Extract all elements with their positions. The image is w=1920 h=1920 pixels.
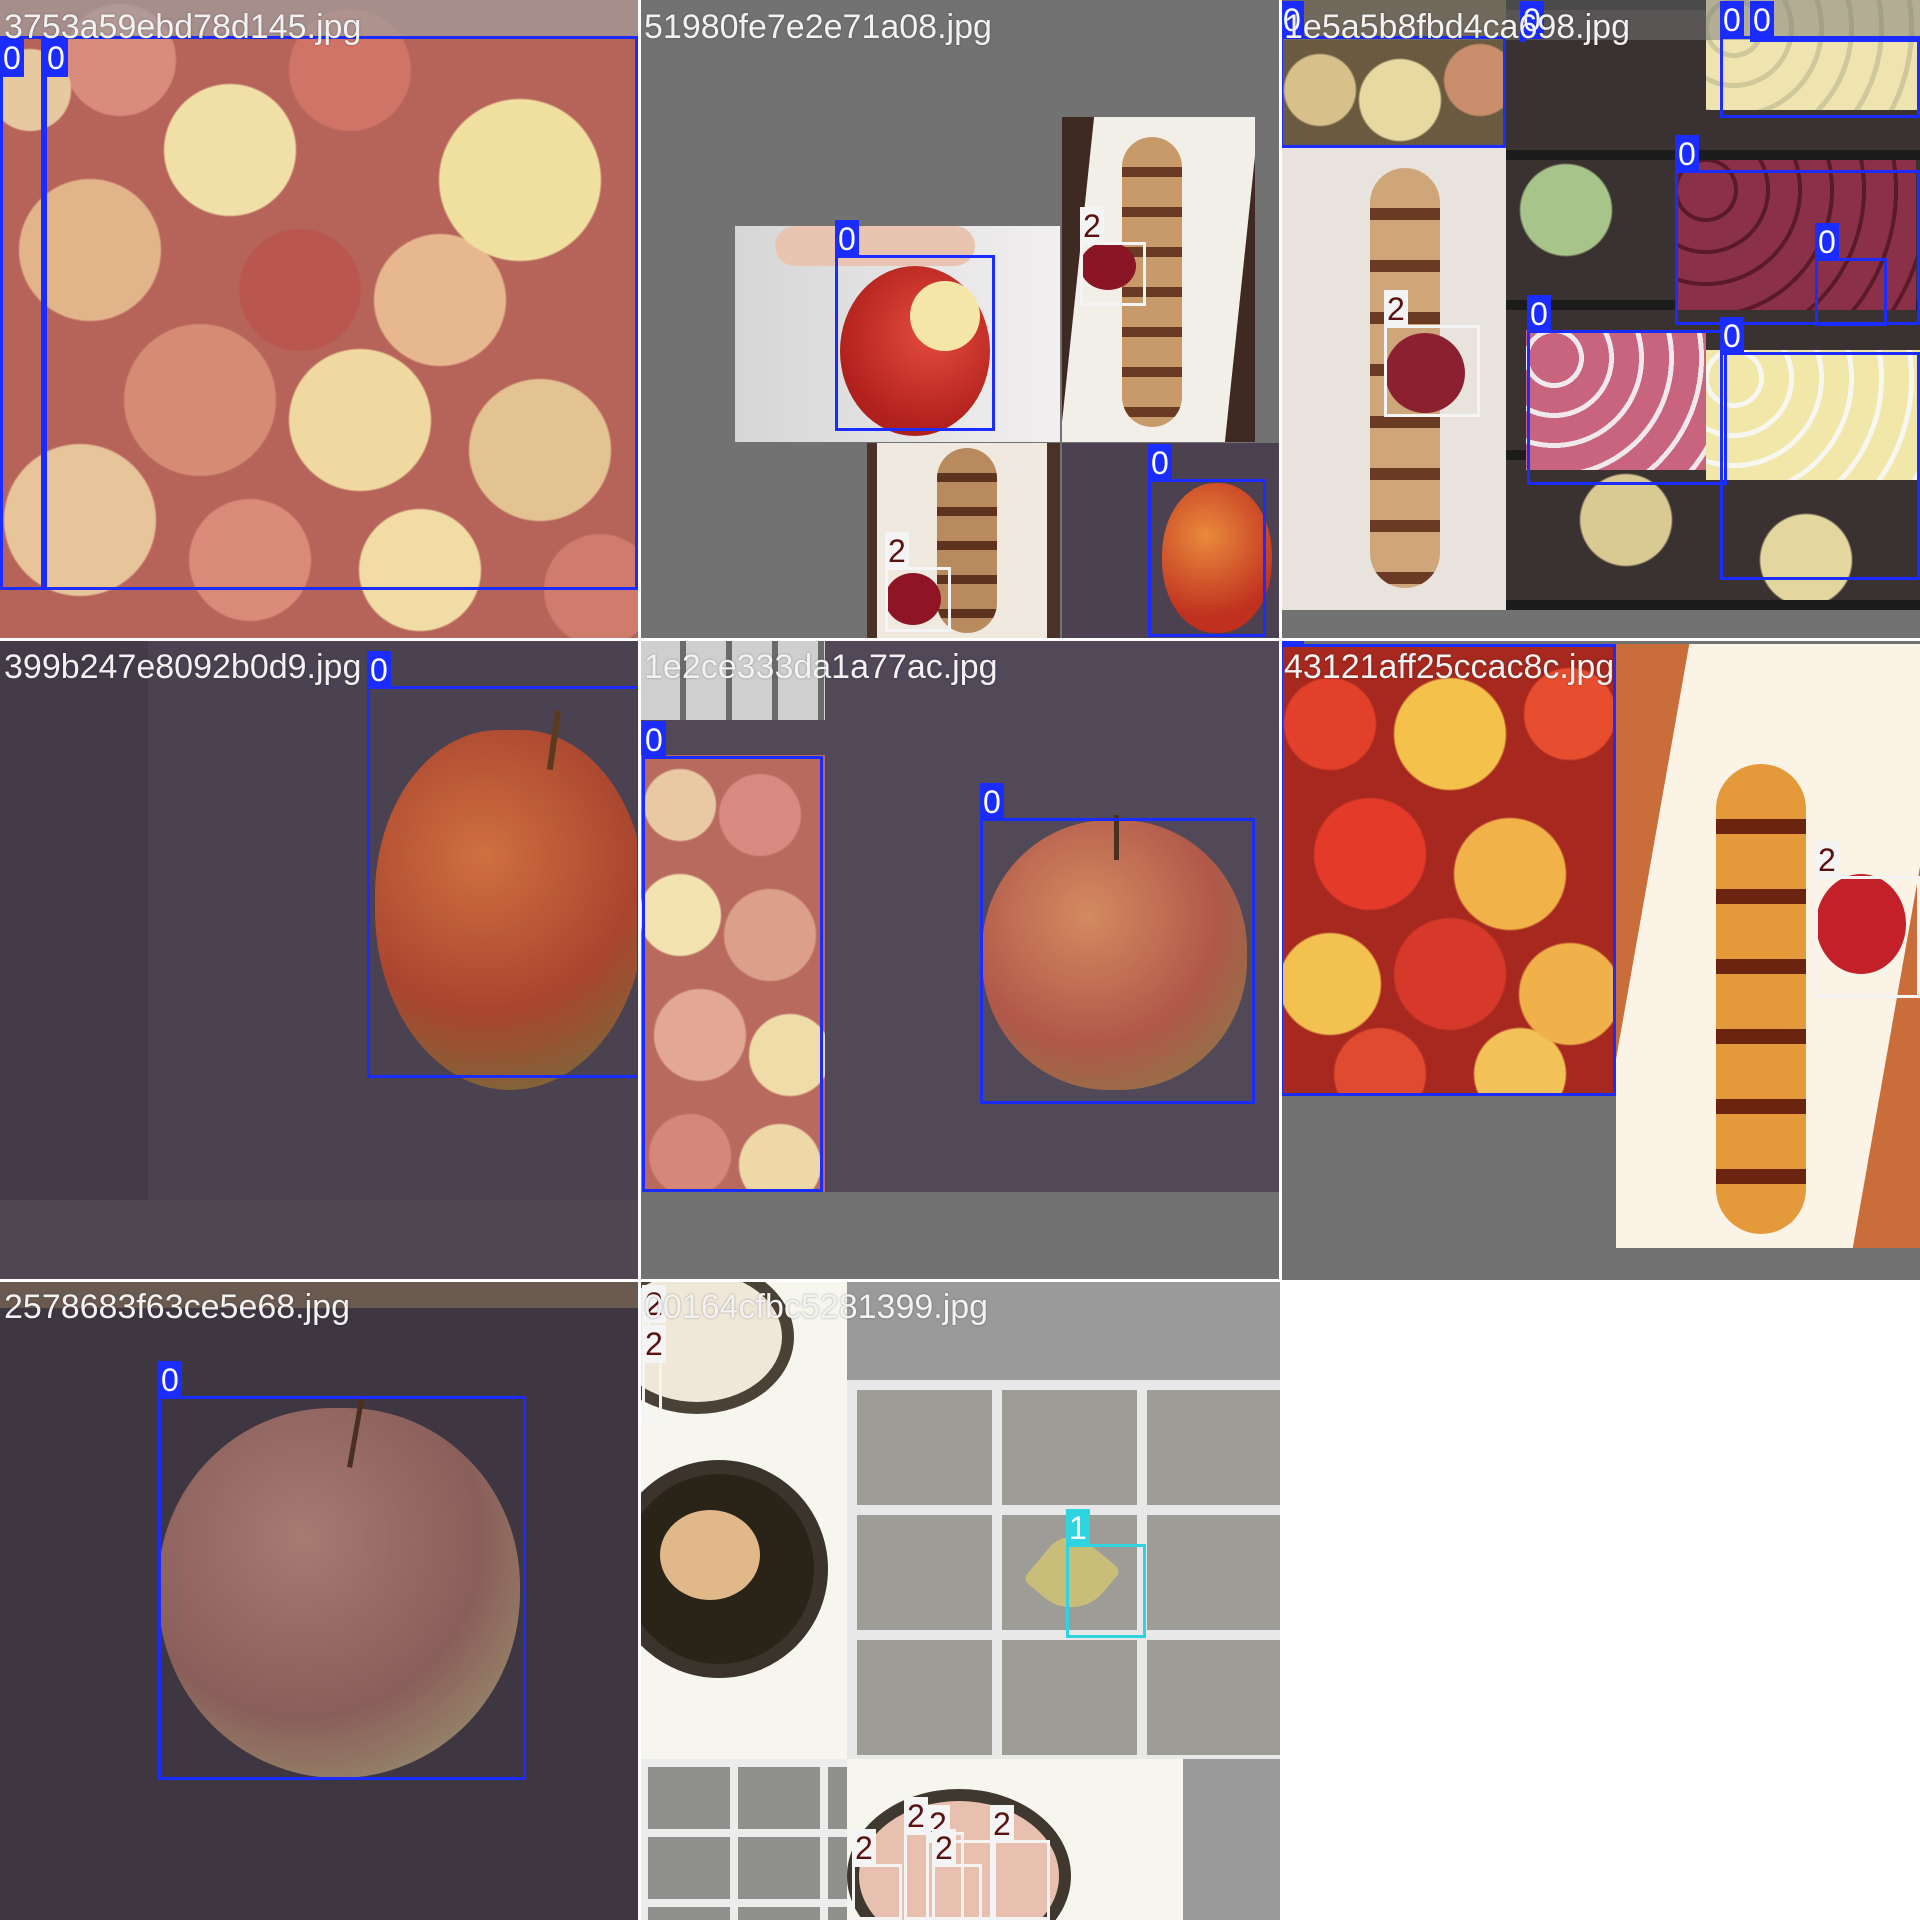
tile-filename: 399b247e8092b0d9.jpg [4, 648, 362, 686]
banana-detection-box: 1 [1066, 1509, 1146, 1638]
tile-filename: 00164cfbc5281399.jpg [644, 1288, 989, 1326]
tile-filename: 43121aff25ccac8c.jpg [1284, 648, 1615, 686]
strawberry-detection-box: 2 [1815, 841, 1920, 998]
class-label: 0 [642, 721, 666, 759]
tile-filename: 51980fe7e2e71a08.jpg [644, 8, 992, 46]
class-label: 2 [642, 1325, 666, 1363]
class-label: 2 [990, 1805, 1014, 1843]
tile-filename: 1e2ce333da1a77ac.jpg [644, 648, 998, 686]
class-label: 0 [158, 1361, 182, 1399]
apple-detection-box: 0 [1720, 1, 1920, 118]
apple-detection-box: 0 [642, 721, 823, 1192]
grid-divider [638, 0, 641, 1920]
class-label: 0 [1720, 317, 1744, 355]
class-label: 2 [904, 1797, 928, 1835]
class-label: 2 [885, 532, 909, 570]
apple-detection-box: 0 [1280, 1, 1506, 148]
class-label: 0 [1675, 135, 1699, 173]
apple-detection-box: 0 [980, 783, 1255, 1104]
class-label: 0 [1527, 295, 1551, 333]
apple-detection-box: 0 [1750, 1, 1920, 42]
apple-detection-box: 0 [367, 651, 640, 1078]
mosaic-tile-1: 3753a59ebd78d145.jpg 0 0 [0, 0, 640, 640]
apple-detection-box: 0 [1527, 295, 1727, 485]
glass-block-wall-photo [847, 1380, 1280, 1759]
apple-detection-box: 0 [1720, 317, 1920, 580]
class-label: 0 [835, 220, 859, 258]
mosaic-tile-7: 2578683f63ce5e68.jpg 0 [0, 1280, 640, 1920]
class-label: 0 [1815, 223, 1839, 261]
class-label: 2 [932, 1829, 956, 1867]
strawberry-detection-box: 2 [1384, 290, 1480, 417]
class-label: 2 [1384, 290, 1408, 328]
apple-detection-box: 0 [1280, 640, 1616, 1096]
class-label: 0 [980, 783, 1004, 821]
pudding-bowl-photo [640, 1280, 847, 1759]
apple-detection-box: 0 [1148, 444, 1266, 637]
mosaic-tile-5: 1e2ce333da1a77ac.jpg 0 0 [640, 640, 1280, 1280]
strawberry-detection-box: 2 [1080, 207, 1146, 306]
strawberry-detection-box: 2 [642, 1325, 666, 1422]
apple-detection-box: 0 [1815, 223, 1887, 326]
class-label: 2 [1080, 207, 1104, 245]
mosaic-tile-3: 1e5a5b8fbd4ca698.jpg 0 0 0 0 0 2 0 0 0 [1280, 0, 1920, 640]
strawberry-detection-box: 2 [990, 1805, 1050, 1920]
tile-filename: 3753a59ebd78d145.jpg [4, 8, 362, 46]
tile-filename: 1e5a5b8fbd4ca698.jpg [1284, 8, 1630, 46]
apple-detection-box: 0 [0, 36, 44, 590]
apple-detection-box: 0 [158, 1361, 526, 1780]
mosaic-tile-8: 00164cfbc5281399.jpg 2 2 1 2 2 2 2 2 [640, 1280, 1280, 1920]
class-label: 0 [1280, 640, 1304, 647]
apple-detection-box: 0 [44, 36, 638, 590]
mosaic-tile-6: 43121aff25ccac8c.jpg 0 2 [1280, 640, 1920, 1280]
mosaic-tile-2: 51980fe7e2e71a08.jpg 0 2 2 0 [640, 0, 1280, 640]
grid-divider [0, 1279, 1280, 1282]
class-label: 2 [1815, 841, 1839, 879]
class-label: 2 [852, 1829, 876, 1867]
tile-filename: 2578683f63ce5e68.jpg [4, 1288, 350, 1326]
grid-divider [0, 638, 1920, 641]
class-label: 0 [1148, 444, 1172, 482]
apple-detection-box: 0 [835, 220, 995, 431]
mosaic-tile-4: 399b247e8092b0d9.jpg 0 [0, 640, 640, 1280]
class-label: 1 [1066, 1509, 1090, 1547]
strawberry-detection-box: 2 [885, 532, 951, 632]
class-label: 0 [1750, 1, 1774, 39]
strawberry-detection-box: 2 [852, 1829, 902, 1920]
class-label: 0 [367, 651, 391, 689]
strawberry-detection-box: 2 [932, 1829, 982, 1920]
class-label: 0 [1720, 1, 1744, 39]
glass-block-wall-photo [640, 1759, 847, 1920]
